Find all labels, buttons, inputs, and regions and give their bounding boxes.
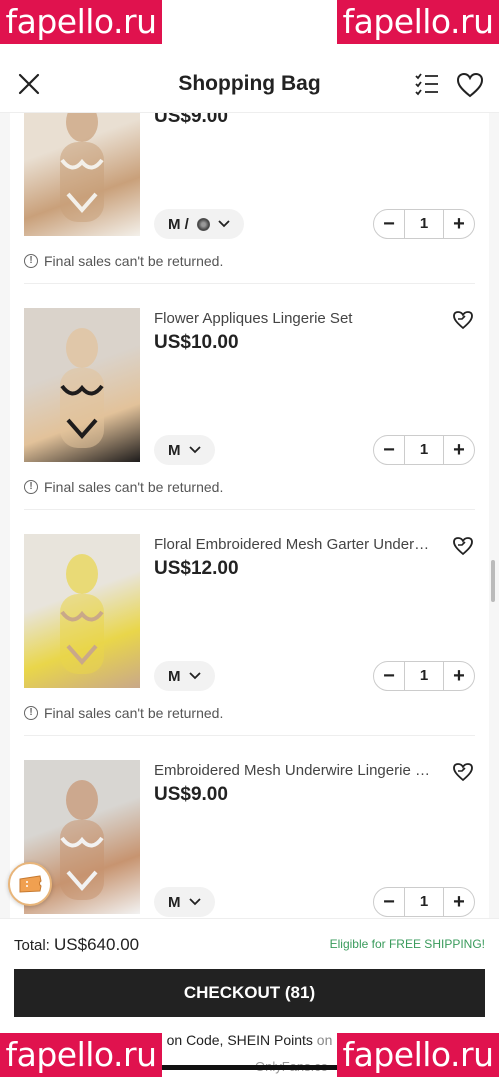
- cart-item[interactable]: Embroidered Mesh Underwire Lingerie Set U…: [10, 678, 489, 917]
- watermark: fapello.ru: [337, 0, 499, 44]
- cart-item-list: US$9.00 M / −1 +! Final sales can't be retur…: [10, 113, 489, 918]
- chevron-down-icon: [188, 898, 201, 906]
- increase-quantity-button[interactable]: +: [444, 888, 474, 916]
- cart-item[interactable]: Flower Appliques Lingerie Set US$10.00 M −1…: [10, 226, 489, 510]
- watermark: fapello.ru: [0, 0, 162, 44]
- move-to-wishlist-icon[interactable]: [452, 310, 474, 330]
- size-selector[interactable]: M: [154, 887, 215, 917]
- product-price: US$10.00: [154, 332, 239, 353]
- coupon-icon: [19, 875, 42, 893]
- top-nav-bar: Shopping Bag: [0, 55, 499, 113]
- cart-item[interactable]: US$9.00 M / −1 +! Final sales can't be retur…: [10, 113, 489, 284]
- total-value: US$640.00: [54, 935, 140, 954]
- product-price: US$12.00: [154, 558, 239, 579]
- size-label: M: [168, 893, 181, 911]
- product-name[interactable]: Embroidered Mesh Underwire Lingerie Set: [154, 762, 434, 779]
- decrease-quantity-button[interactable]: −: [374, 888, 404, 916]
- home-indicator: [160, 1065, 340, 1070]
- product-image[interactable]: [24, 113, 140, 236]
- watermark: fapello.ru: [0, 1033, 162, 1077]
- watermark: fapello.ru: [337, 1033, 499, 1077]
- cart-item[interactable]: Floral Embroidered Mesh Garter Underwear…: [10, 452, 489, 736]
- promo-text: on Code, SHEIN Points: [166, 1032, 313, 1048]
- promo-on: on: [316, 1032, 333, 1048]
- product-name[interactable]: Floral Embroidered Mesh Garter Underwear…: [154, 536, 434, 553]
- free-shipping-note: Eligible for FREE SHIPPING!: [329, 937, 485, 951]
- move-to-wishlist-icon[interactable]: [452, 762, 474, 782]
- product-price: US$9.00: [154, 113, 228, 127]
- product-name[interactable]: Flower Appliques Lingerie Set: [154, 310, 434, 327]
- checklist-icon[interactable]: [414, 72, 440, 96]
- heart-icon[interactable]: [456, 72, 484, 98]
- order-total: Total: US$640.00: [14, 935, 139, 955]
- product-image[interactable]: [24, 308, 140, 462]
- product-image[interactable]: [24, 534, 140, 688]
- checkout-button[interactable]: CHECKOUT (81): [14, 969, 485, 1017]
- scrollbar[interactable]: [491, 560, 495, 602]
- product-price: US$9.00: [154, 784, 228, 805]
- quantity-stepper[interactable]: −1 +: [373, 887, 475, 917]
- coupon-floating-button[interactable]: [8, 862, 52, 906]
- quantity-value[interactable]: 1: [404, 888, 444, 916]
- move-to-wishlist-icon[interactable]: [452, 536, 474, 556]
- total-label: Total:: [14, 937, 50, 954]
